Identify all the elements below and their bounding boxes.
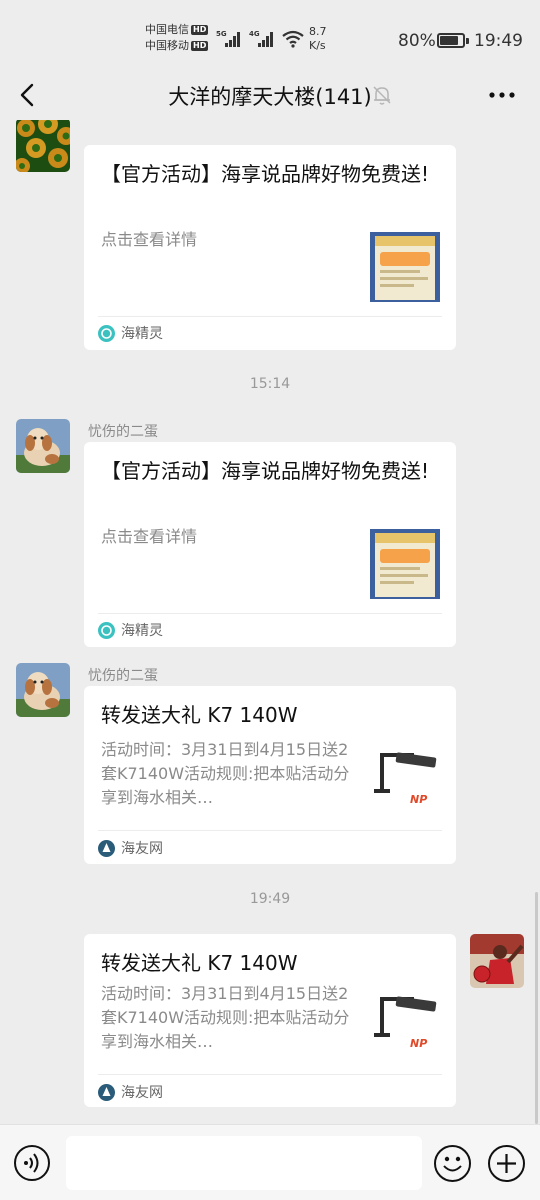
hai-jingling-icon <box>98 621 115 639</box>
avatar[interactable] <box>470 934 524 988</box>
card-description: 活动时间：3月31日到4月15日送2套K7140W活动规则:把本贴活动分享到海水… <box>101 984 350 1051</box>
source-name: 海友网 <box>121 1085 163 1101</box>
emoji-button[interactable] <box>434 1145 471 1182</box>
card-title: 转发送大礼 K7 140W <box>101 703 298 727</box>
voice-button[interactable] <box>14 1145 50 1181</box>
more-dots-icon[interactable] <box>488 84 516 106</box>
link-card[interactable]: 转发送大礼 K7 140W 活动时间：3月31日到4月15日送2套K7140W活… <box>84 686 456 864</box>
link-card[interactable]: 【官方活动】海享说品牌好物免费送! 点击查看详情 海精灵 <box>84 442 456 647</box>
source-name: 海精灵 <box>121 623 163 639</box>
card-title: 转发送大礼 K7 140W <box>101 951 298 975</box>
card-source: 海友网 <box>98 1082 163 1102</box>
sender-nickname: 忧伤的二蛋 <box>88 668 158 684</box>
carrier-info: 中国电信 HD 中国移动 HD <box>145 22 209 54</box>
card-description: 活动时间：3月31日到4月15日送2套K7140W活动规则:把本贴活动分享到海水… <box>101 740 350 807</box>
avatar[interactable] <box>16 419 70 473</box>
avatar[interactable] <box>16 120 70 172</box>
card-thumbnail <box>370 232 440 302</box>
avatar[interactable] <box>16 663 70 717</box>
speed-value: 8.7 <box>309 25 327 38</box>
status-time: 19:49 <box>474 31 523 51</box>
link-card[interactable]: 【官方活动】海享说品牌好物免费送! 点击查看详情 海精灵 <box>84 145 456 350</box>
chat-header: 大洋的摩天大楼(141) <box>0 70 540 120</box>
emoji-icon <box>443 1156 462 1172</box>
carrier-2: 中国移动 <box>145 39 189 52</box>
card-description: 点击查看详情 <box>101 230 198 249</box>
card-title: 【官方活动】海享说品牌好物免费送! <box>101 459 430 483</box>
battery-percent: 80% <box>398 31 436 51</box>
card-title: 【官方活动】海享说品牌好物免费送! <box>101 162 430 186</box>
hd-badge: HD <box>191 41 209 51</box>
link-card[interactable]: 转发送大礼 K7 140W 活动时间：3月31日到4月15日送2套K7140W活… <box>84 934 456 1107</box>
chat-title: 大洋的摩天大楼(141) <box>168 85 372 109</box>
hd-badge: HD <box>191 25 209 35</box>
source-name: 海友网 <box>121 841 163 857</box>
card-source: 海精灵 <box>98 620 163 640</box>
scrollbar[interactable] <box>535 892 538 1124</box>
network-speed: 8.7 K/s <box>309 25 327 53</box>
source-name: 海精灵 <box>121 326 163 342</box>
speed-unit: K/s <box>309 39 326 52</box>
card-description: 点击查看详情 <box>101 527 198 546</box>
card-thumbnail: NP <box>372 743 442 813</box>
hai-you-wang-icon <box>98 1083 115 1101</box>
battery-icon <box>437 33 469 48</box>
wifi-icon <box>282 30 304 48</box>
dog-avatar-image <box>16 663 70 717</box>
sender-nickname: 忧伤的二蛋 <box>88 424 158 440</box>
carrier-1: 中国电信 <box>145 23 189 36</box>
message-input[interactable] <box>66 1136 422 1190</box>
card-source: 海精灵 <box>98 323 163 343</box>
card-thumbnail <box>370 529 440 599</box>
hai-you-wang-icon <box>98 839 115 857</box>
hai-jingling-icon <box>98 324 115 342</box>
card-source: 海友网 <box>98 838 163 858</box>
timestamp: 15:14 <box>249 376 291 392</box>
voice-icon <box>24 1153 39 1173</box>
input-bar <box>0 1124 540 1200</box>
card-thumbnail: NP <box>372 987 442 1057</box>
basketball-player-avatar-image <box>470 934 524 988</box>
plus-circle-icon <box>497 1154 516 1173</box>
bell-off-icon <box>373 86 391 105</box>
battery-fill <box>440 36 458 45</box>
message-list[interactable]: 【官方活动】海享说品牌好物免费送! 点击查看详情 海精灵 15:14 忧伤的二蛋… <box>0 120 540 1124</box>
timestamp: 19:49 <box>249 891 291 907</box>
thumb-caption: NP <box>410 793 427 806</box>
dog-avatar-image <box>16 419 70 473</box>
thumb-caption: NP <box>410 1037 427 1050</box>
plus-button[interactable] <box>488 1145 525 1182</box>
green-coral-avatar-image <box>16 120 70 172</box>
status-bar: 中国电信 HD 中国移动 HD 5G 4G 8.7 K/s 80% 19:49 <box>0 0 540 70</box>
